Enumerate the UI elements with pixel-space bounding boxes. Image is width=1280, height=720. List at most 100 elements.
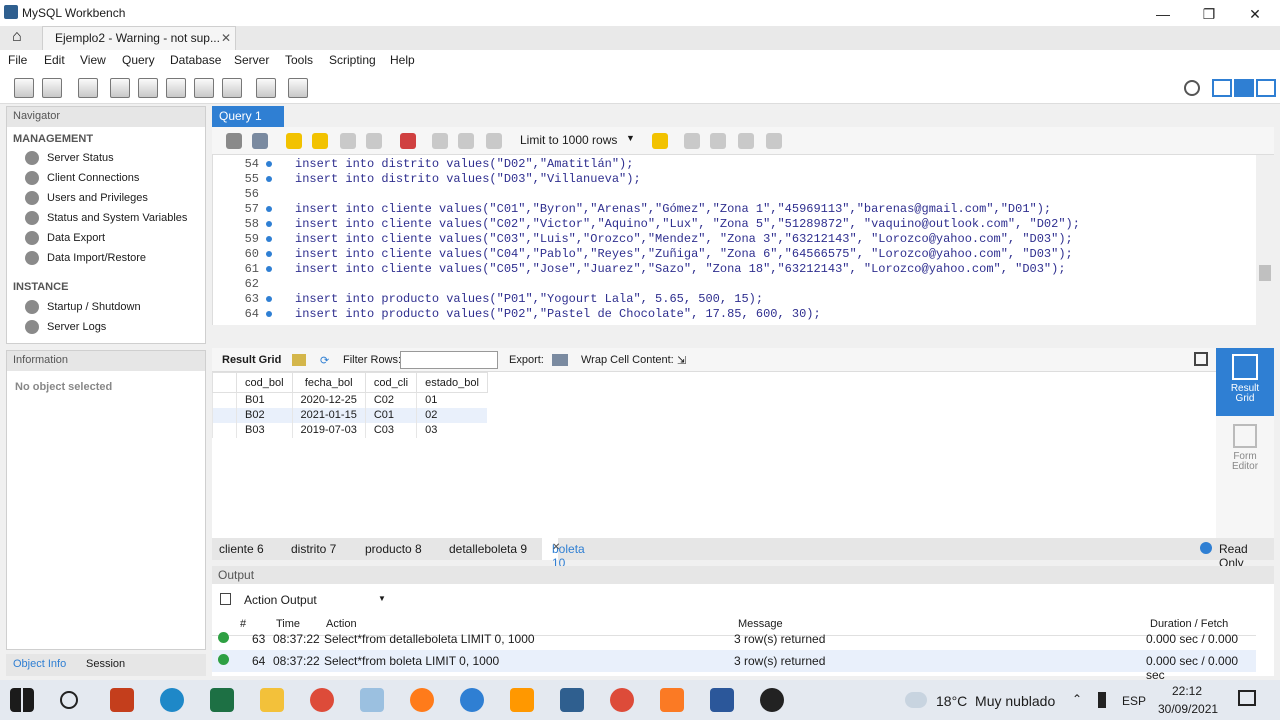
wrap-icon[interactable]: ⇲	[677, 354, 686, 367]
menu-scripting[interactable]: Scripting	[329, 53, 376, 67]
explain-icon[interactable]	[340, 133, 356, 149]
code-line[interactable]: insert into cliente values("C02","Victor…	[295, 217, 1080, 231]
execute-current-icon[interactable]	[312, 133, 328, 149]
rollback-icon[interactable]	[458, 133, 474, 149]
mysql-workbench-icon[interactable]	[560, 688, 584, 712]
editor-vertical-scrollbar[interactable]	[1256, 155, 1274, 325]
cell[interactable]: 01	[416, 392, 488, 408]
refresh-icon[interactable]: ⟳	[320, 354, 329, 367]
wrap-lines-icon[interactable]	[766, 133, 782, 149]
excel-icon[interactable]	[210, 688, 234, 712]
execute-icon[interactable]	[286, 133, 302, 149]
export-icon[interactable]	[552, 354, 568, 366]
cell[interactable]: 2019-07-03	[291, 422, 366, 438]
file-explorer-icon[interactable]	[260, 688, 284, 712]
sublime-icon[interactable]	[510, 688, 534, 712]
language-indicator[interactable]: ESP	[1122, 694, 1146, 708]
menu-view[interactable]: View	[80, 53, 106, 67]
word-icon[interactable]	[710, 688, 734, 712]
copy-icon[interactable]	[220, 593, 231, 605]
open-file-icon[interactable]	[226, 133, 242, 149]
create-procedure-icon[interactable]	[194, 78, 214, 98]
close-button[interactable]: ✕	[1232, 0, 1278, 26]
col-cod-cli[interactable]: cod_cli	[364, 372, 418, 393]
grid-icon[interactable]	[292, 354, 306, 366]
menu-database[interactable]: Database	[170, 53, 221, 67]
result-tab-boleta[interactable]: boleta 10 ✕	[542, 538, 585, 570]
cell[interactable]: 2020-12-25	[291, 392, 366, 408]
tab-object-info[interactable]: Object Info	[13, 658, 66, 670]
result-tab-cliente[interactable]: cliente 6	[219, 542, 264, 556]
create-function-icon[interactable]	[222, 78, 242, 98]
commit-icon[interactable]	[432, 133, 448, 149]
nav-data-import[interactable]: Data Import/Restore	[25, 251, 146, 269]
code-line[interactable]: insert into cliente values("C04","Pablo"…	[295, 247, 1073, 261]
cell[interactable]: C02	[364, 392, 417, 408]
col-fecha-bol[interactable]: fecha_bol	[291, 372, 366, 393]
new-sql-tab-icon[interactable]	[14, 78, 34, 98]
create-view-icon[interactable]	[166, 78, 186, 98]
cell[interactable]: 02	[416, 407, 488, 423]
result-grid-button[interactable]: Result Grid	[1216, 348, 1274, 416]
paint-icon[interactable]	[360, 688, 384, 712]
result-tab-detalleboleta[interactable]: detalleboleta 9	[449, 542, 527, 556]
weather-text[interactable]: 18°C Muy nublado	[936, 693, 1055, 709]
tab-session[interactable]: Session	[86, 658, 125, 670]
windows-start-icon[interactable]	[10, 688, 34, 712]
edge-icon[interactable]	[160, 688, 184, 712]
sql-editor[interactable]: 54 insert into distrito values("D02","Ama…	[212, 155, 1274, 325]
menu-help[interactable]: Help	[390, 53, 415, 67]
cell[interactable]: C01	[364, 407, 417, 423]
settings-icon[interactable]	[1184, 80, 1200, 96]
search-icon[interactable]	[60, 691, 78, 709]
limit-rows-select[interactable]: Limit to 1000 rows ▼	[516, 132, 636, 150]
col-cod-bol[interactable]: cod_bol	[236, 372, 293, 393]
code-line[interactable]: insert into cliente values("C03","Luis",…	[295, 232, 1073, 246]
menu-edit[interactable]: Edit	[44, 53, 65, 67]
code-line[interactable]: insert into producto values("P01","Yogou…	[295, 292, 763, 306]
output-type-select[interactable]: Action Output ▼	[218, 590, 388, 610]
toggle-sidebar-icon[interactable]	[1212, 79, 1232, 97]
nav-data-export[interactable]: Data Export	[25, 231, 105, 249]
result-tab-distrito[interactable]: distrito 7	[291, 542, 336, 556]
table-row[interactable]: B03 2019-07-03 C03 03	[212, 422, 488, 438]
nav-startup-shutdown[interactable]: Startup / Shutdown	[25, 300, 141, 318]
inspector-icon[interactable]	[78, 78, 98, 98]
home-icon[interactable]: ⌂	[12, 28, 22, 46]
cell[interactable]: B01	[236, 392, 293, 408]
battery-icon[interactable]	[1098, 692, 1106, 708]
create-schema-icon[interactable]	[110, 78, 130, 98]
result-grid[interactable]: cod_bol fecha_bol cod_cli estado_bol B01…	[212, 372, 1216, 538]
weather-icon[interactable]	[905, 692, 927, 708]
nav-status-variables[interactable]: Status and System Variables	[25, 211, 187, 229]
github-icon[interactable]	[760, 688, 784, 712]
chrome-icon[interactable]	[610, 688, 634, 712]
toggle-output-icon[interactable]	[1234, 79, 1254, 97]
nav-server-status[interactable]: Server Status	[25, 151, 114, 169]
close-icon[interactable]: ✕	[552, 542, 560, 553]
xampp-icon[interactable]	[660, 688, 684, 712]
nav-server-logs[interactable]: Server Logs	[25, 320, 106, 338]
toggle-error-icon[interactable]	[400, 133, 416, 149]
find-icon[interactable]	[710, 133, 726, 149]
toggle-secondary-icon[interactable]	[1256, 79, 1276, 97]
panel-toggle-icon[interactable]	[1194, 352, 1208, 366]
reconnect-icon[interactable]	[288, 78, 308, 98]
add-snippet-icon[interactable]	[652, 133, 668, 149]
cell[interactable]: B03	[236, 422, 293, 438]
code-line[interactable]: insert into distrito values("D03","Villa…	[295, 172, 641, 186]
beautify-icon[interactable]	[684, 133, 700, 149]
cell[interactable]: B02	[236, 407, 293, 423]
stop-icon[interactable]	[366, 133, 382, 149]
open-sql-icon[interactable]	[42, 78, 62, 98]
search-table-icon[interactable]	[256, 78, 276, 98]
menu-query[interactable]: Query	[122, 53, 155, 67]
editor-horizontal-scrollbar[interactable]	[212, 326, 1274, 342]
close-icon[interactable]: ✕	[221, 31, 231, 45]
cell[interactable]: C03	[364, 422, 417, 438]
form-editor-button[interactable]: Form Editor	[1216, 424, 1274, 484]
query-tab[interactable]: Query 1 ✕	[212, 106, 284, 137]
chrome-icon[interactable]	[310, 688, 334, 712]
menu-server[interactable]: Server	[234, 53, 269, 67]
invisible-chars-icon[interactable]	[738, 133, 754, 149]
